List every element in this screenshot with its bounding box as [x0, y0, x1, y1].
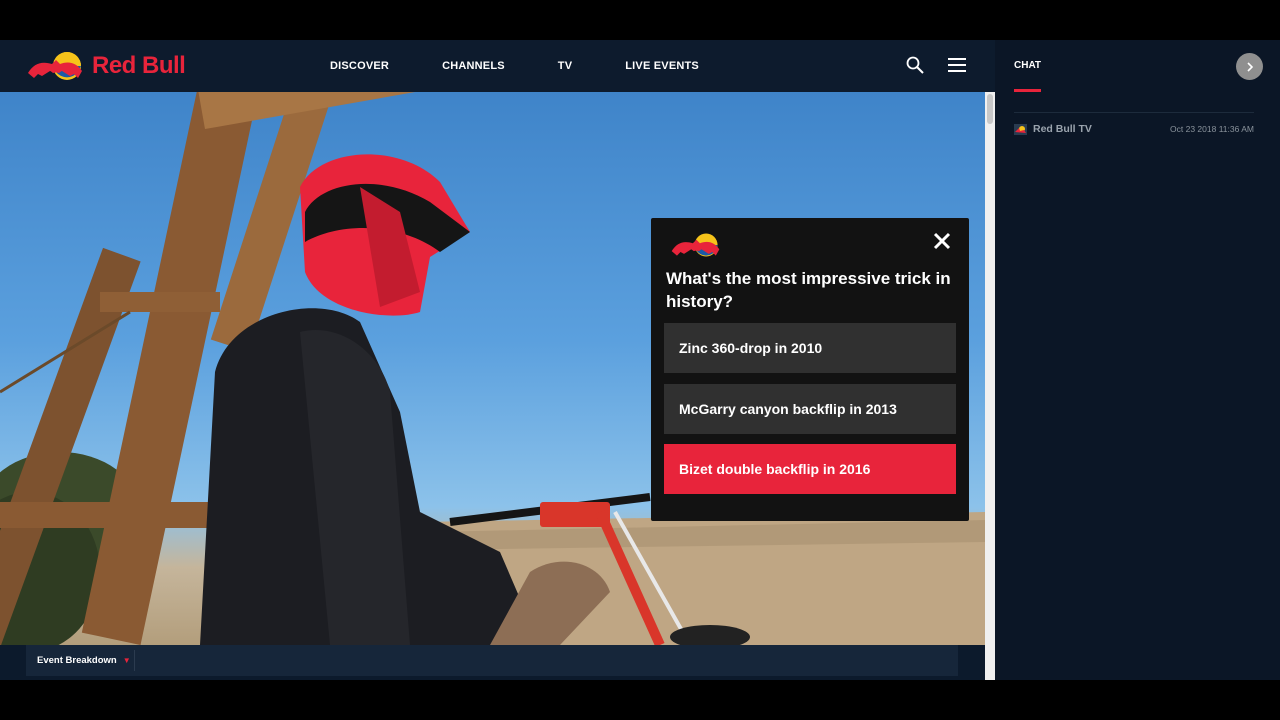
active-tab-indicator	[1014, 89, 1041, 92]
poll-option-label: McGarry canyon backflip in 2013	[679, 401, 897, 417]
red-bull-poll-logo-icon	[671, 233, 720, 257]
video-scrollbar[interactable]	[985, 92, 995, 680]
caret-down-icon: ▼	[122, 656, 131, 665]
event-bottom-bar: Event Breakdown ▼	[26, 645, 958, 676]
nav-discover[interactable]: DISCOVER	[330, 60, 389, 72]
poll-close-button[interactable]	[931, 230, 953, 252]
poll-option-3[interactable]: Bizet double backflip in 2016	[664, 444, 956, 494]
nav-channels[interactable]: CHANNELS	[442, 60, 505, 72]
poll-overlay: What's the most impressive trick in hist…	[651, 218, 969, 521]
brand-name: Red Bull	[92, 52, 186, 79]
tab-chat[interactable]: CHAT	[1014, 60, 1041, 71]
event-breakdown-label: Event Breakdown	[37, 655, 117, 666]
poll-question: What's the most impressive trick in hist…	[666, 269, 951, 311]
scrollbar-thumb[interactable]	[987, 94, 993, 124]
search-button[interactable]	[905, 55, 925, 75]
chat-panel: CHAT Red Bull TV Oct 23 2018 11:36 AM	[995, 40, 1280, 680]
chevron-right-icon	[1246, 61, 1253, 72]
top-icons	[905, 55, 967, 75]
event-breakdown-dropdown[interactable]: Event Breakdown ▼	[37, 645, 131, 676]
poll-option-2[interactable]: McGarry canyon backflip in 2013	[664, 384, 956, 434]
poll-option-1[interactable]: Zinc 360-drop in 2010	[664, 323, 956, 373]
divider	[134, 650, 135, 671]
hamburger-menu-icon	[948, 58, 966, 72]
red-bull-tv-app: Red Bull DISCOVER CHANNELS TV LIVE EVENT…	[0, 40, 1280, 680]
main-nav: DISCOVER CHANNELS TV LIVE EVENTS	[330, 40, 699, 92]
nav-live-events[interactable]: LIVE EVENTS	[625, 60, 699, 72]
chat-collapse-button[interactable]	[1236, 53, 1263, 80]
chat-divider	[1014, 112, 1254, 113]
close-icon	[933, 232, 951, 250]
red-bull-logo[interactable]: Red Bull	[26, 49, 186, 83]
chat-message: Red Bull TV Oct 23 2018 11:36 AM	[1014, 122, 1254, 136]
poll-option-label: Zinc 360-drop in 2010	[679, 340, 823, 356]
search-icon	[906, 56, 924, 74]
chat-author: Red Bull TV	[1033, 123, 1092, 135]
red-bull-logo-mark-icon	[28, 52, 82, 80]
menu-button[interactable]	[947, 55, 967, 75]
nav-tv[interactable]: TV	[558, 60, 572, 72]
poll-option-label: Bizet double backflip in 2016	[679, 461, 871, 477]
top-navigation-bar: Red Bull DISCOVER CHANNELS TV LIVE EVENT…	[0, 40, 995, 92]
red-bull-avatar-icon	[1014, 123, 1027, 135]
chat-timestamp: Oct 23 2018 11:36 AM	[1170, 124, 1254, 134]
